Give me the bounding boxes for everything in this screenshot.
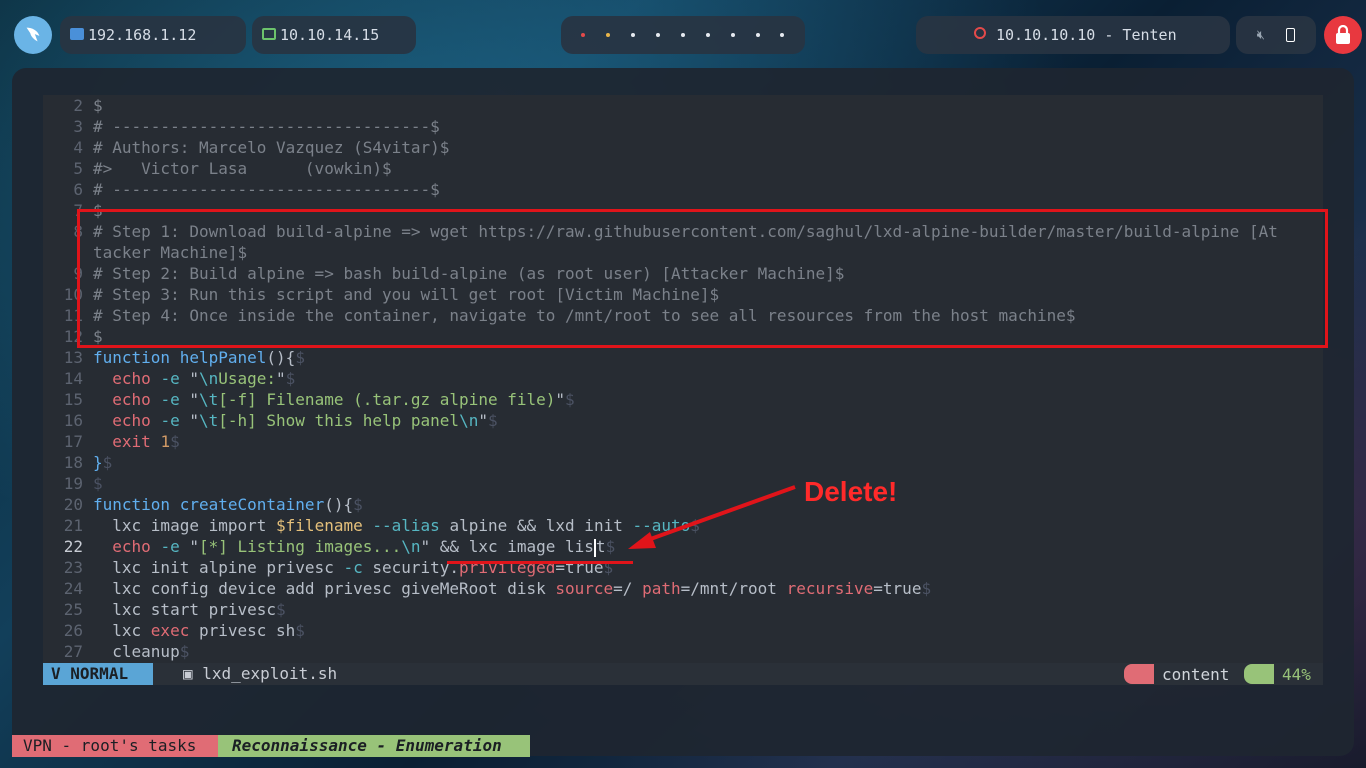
annotation-arrow bbox=[628, 485, 796, 549]
annotation-label: Delete! bbox=[804, 476, 898, 507]
